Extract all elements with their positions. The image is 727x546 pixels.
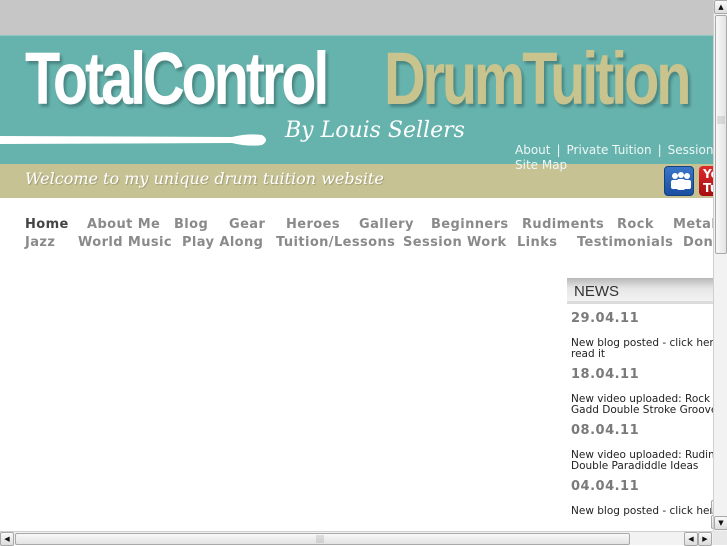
- news-text[interactable]: New video uploaded: Rock - Gadd Double St…: [571, 394, 713, 416]
- welcome-band: Welcome to my unique drum tuition websit…: [0, 164, 713, 198]
- scroll-down-button[interactable]: ▼: [714, 516, 727, 530]
- news-item: 29.04.11 New blog posted - click here rea…: [567, 311, 713, 360]
- grip-icon: [316, 535, 324, 543]
- top-gray-band: [0, 0, 713, 35]
- nav-links[interactable]: Links: [517, 235, 557, 250]
- scroll-right-button[interactable]: ▶: [698, 532, 712, 546]
- myspace-people-icon: [671, 172, 691, 190]
- nav-tuition-lessons[interactable]: Tuition/Lessons: [276, 235, 395, 250]
- welcome-text: Welcome to my unique drum tuition websit…: [25, 169, 384, 188]
- news-text[interactable]: New blog posted - click here: [571, 506, 713, 517]
- nav-session-work[interactable]: Session Work: [403, 235, 507, 250]
- logo-drum-tuition[interactable]: DrumTuition: [384, 42, 692, 116]
- horizontal-scroll-thumb[interactable]: [15, 533, 630, 545]
- myspace-icon[interactable]: [664, 166, 694, 196]
- scroll-left-button-2[interactable]: ◀: [684, 532, 698, 546]
- news-item: 04.04.11 New blog posted - click here: [567, 479, 713, 517]
- news-text[interactable]: New video uploaded: Rudim Double Paradidd…: [571, 450, 713, 472]
- top-link-private-tuition[interactable]: Private Tuition: [567, 143, 652, 157]
- nav-about-me[interactable]: About Me: [87, 217, 160, 232]
- youtube-icon[interactable]: You Tu: [699, 166, 713, 196]
- news-item: 18.04.11 New video uploaded: Rock - Gadd …: [567, 367, 713, 416]
- nav-testimonials[interactable]: Testimonials: [577, 235, 673, 250]
- news-text-line[interactable]: Double Paradiddle Ideas: [571, 461, 713, 472]
- page-viewport: TotalControl DrumTuition By Louis Seller…: [0, 0, 713, 531]
- top-link-session[interactable]: Session: [668, 143, 713, 157]
- vertical-scrollbar[interactable]: ▲ ▼: [713, 0, 727, 531]
- news-title: NEWS: [567, 278, 713, 304]
- horizontal-scrollbar[interactable]: ◀ ◀ ▶: [0, 531, 713, 546]
- sitemap-link-wrap: Site Map: [515, 158, 567, 172]
- news-date: 29.04.11: [571, 311, 640, 326]
- separator: |: [657, 143, 662, 157]
- scrollbar-corner: [713, 531, 727, 545]
- news-date: 18.04.11: [571, 367, 640, 382]
- nav-rock[interactable]: Rock: [617, 217, 654, 232]
- scroll-up-button[interactable]: ▲: [714, 0, 727, 14]
- news-text-line[interactable]: read it: [571, 349, 713, 360]
- news-text-line[interactable]: Gadd Double Stroke Groove: [571, 405, 713, 416]
- scroll-left-button[interactable]: ◀: [0, 532, 14, 546]
- grip-icon: [717, 116, 725, 124]
- site-header: TotalControl DrumTuition By Louis Seller…: [0, 35, 713, 164]
- top-link-about[interactable]: About: [515, 143, 550, 157]
- nav-gear[interactable]: Gear: [229, 217, 265, 232]
- nav-jazz[interactable]: Jazz: [25, 235, 55, 250]
- nav-gallery[interactable]: Gallery: [359, 217, 414, 232]
- news-item: 08.04.11 New video uploaded: Rudim Double…: [567, 423, 713, 472]
- nav-heroes[interactable]: Heroes: [286, 217, 340, 232]
- logo-total-control[interactable]: TotalControl: [25, 42, 329, 116]
- top-links: About | Private Tuition | Session: [515, 144, 713, 157]
- news-text[interactable]: New blog posted - click here read it: [571, 338, 713, 360]
- nav-metal[interactable]: Metal: [673, 217, 713, 232]
- news-date: 04.04.11: [571, 479, 640, 494]
- nav-home[interactable]: Home: [25, 217, 69, 232]
- vertical-scroll-thumb[interactable]: [715, 15, 727, 254]
- nav-play-along[interactable]: Play Along: [182, 235, 263, 250]
- drumstick-icon: [0, 134, 266, 146]
- nav-blog[interactable]: Blog: [174, 217, 208, 232]
- byline: By Louis Sellers: [285, 118, 465, 143]
- news-panel: NEWS 29.04.11 New blog posted - click he…: [567, 278, 713, 531]
- separator: |: [556, 143, 561, 157]
- news-text-line[interactable]: New blog posted - click here: [571, 506, 713, 517]
- nav-donate[interactable]: Dona: [683, 235, 713, 250]
- sitemap-link[interactable]: Site Map: [515, 158, 567, 172]
- nav-rudiments[interactable]: Rudiments: [522, 217, 604, 232]
- news-date: 08.04.11: [571, 423, 640, 438]
- nav-beginners[interactable]: Beginners: [431, 217, 509, 232]
- nav-world-music[interactable]: World Music: [78, 235, 172, 250]
